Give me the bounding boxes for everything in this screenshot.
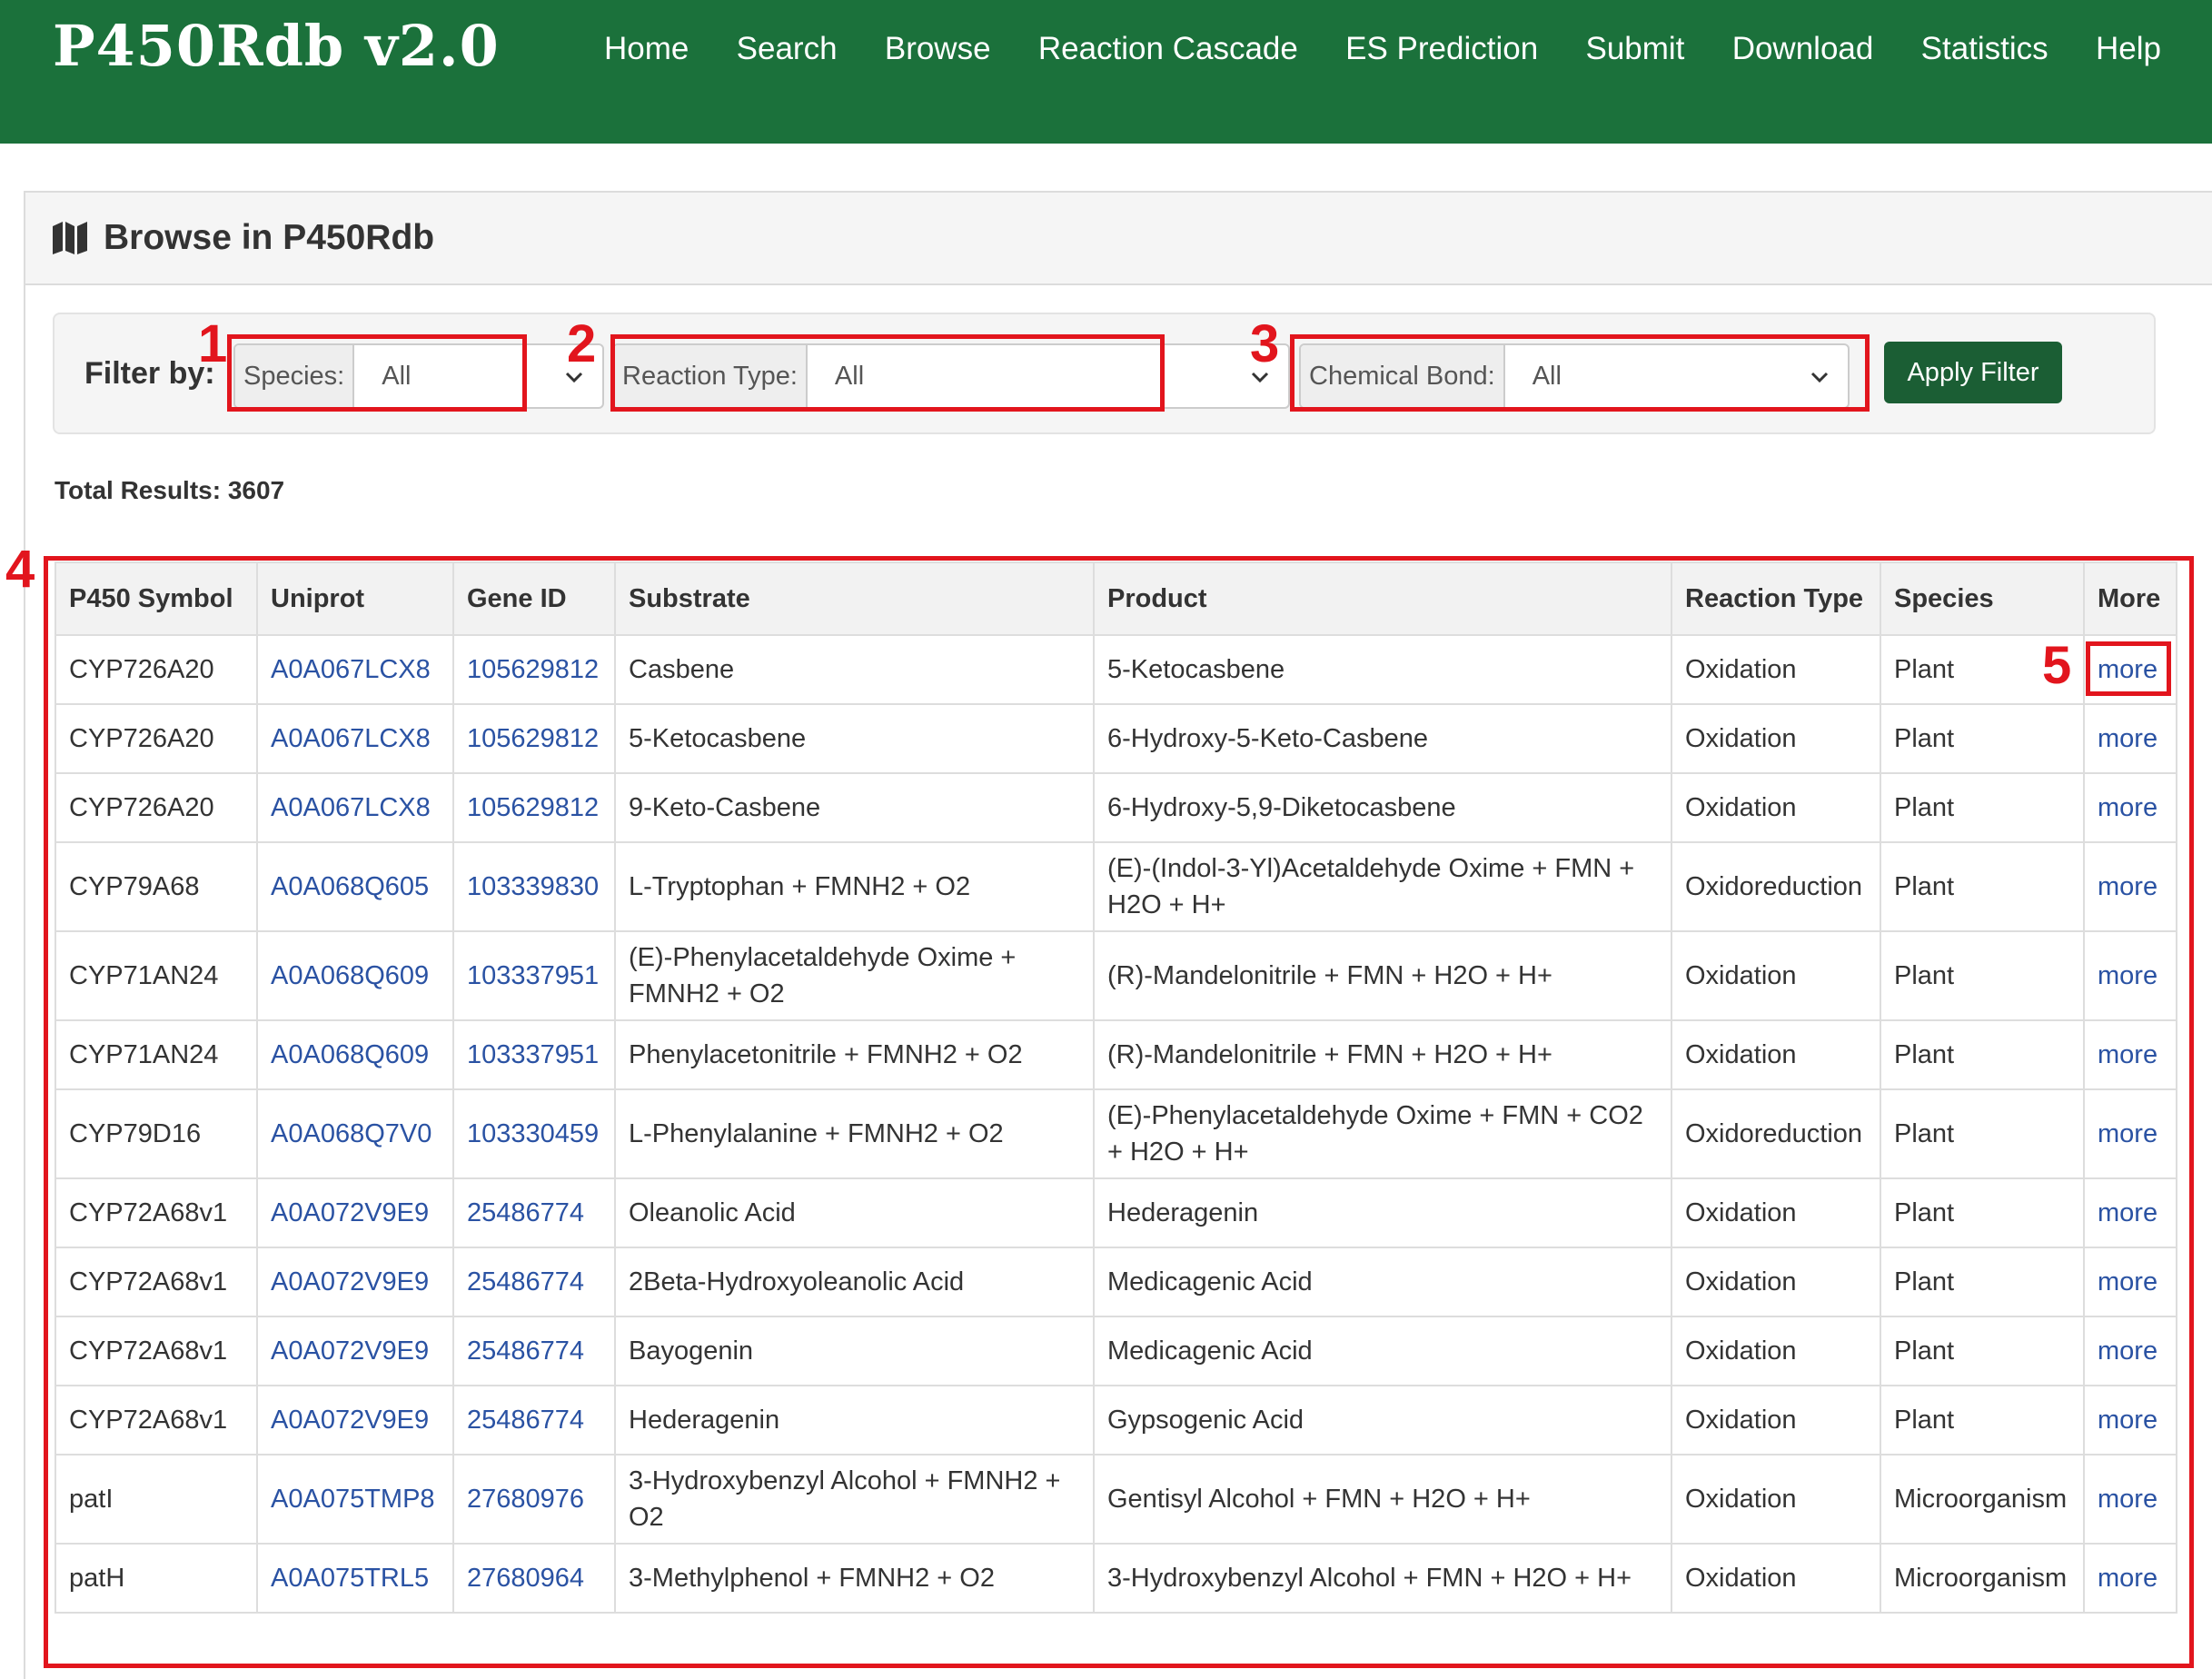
nav-submit[interactable]: Submit bbox=[1585, 31, 1684, 67]
apply-filter-button[interactable]: Apply Filter bbox=[1884, 342, 2062, 403]
main-nav: Home Search Browse Reaction Cascade ES P… bbox=[604, 31, 2161, 67]
nav-es-prediction[interactable]: ES Prediction bbox=[1345, 31, 1538, 67]
map-icon bbox=[53, 222, 87, 254]
annotation-number-2: 2 bbox=[567, 314, 597, 373]
nav-browse[interactable]: Browse bbox=[885, 31, 991, 67]
filter-label: Filter by: bbox=[84, 356, 215, 391]
panel-heading: Browse in P450Rdb bbox=[25, 193, 2212, 285]
annotation-number-5: 5 bbox=[2042, 636, 2072, 695]
nav-home[interactable]: Home bbox=[604, 31, 689, 67]
annotation-number-3: 3 bbox=[1250, 314, 1280, 373]
annotation-box-more-link bbox=[2086, 641, 2171, 696]
annotation-box-chemical-bond bbox=[1290, 334, 1870, 412]
annotation-number-1: 1 bbox=[198, 314, 228, 373]
brand-logo[interactable]: P450Rdb v2.0 bbox=[53, 13, 500, 79]
nav-reaction-cascade[interactable]: Reaction Cascade bbox=[1038, 31, 1298, 67]
annotation-box-results-table bbox=[44, 556, 2194, 1668]
annotation-number-4: 4 bbox=[5, 540, 35, 599]
annotation-box-reaction-type bbox=[610, 334, 1165, 412]
top-navbar: P450Rdb v2.0 Home Search Browse Reaction… bbox=[0, 0, 2212, 144]
total-results: Total Results: 3607 bbox=[55, 476, 285, 504]
annotation-box-species bbox=[227, 334, 527, 412]
nav-statistics[interactable]: Statistics bbox=[1921, 31, 2048, 67]
panel-title: Browse in P450Rdb bbox=[104, 218, 435, 257]
nav-search[interactable]: Search bbox=[737, 31, 838, 67]
nav-download[interactable]: Download bbox=[1732, 31, 1874, 67]
nav-help[interactable]: Help bbox=[2096, 31, 2161, 67]
